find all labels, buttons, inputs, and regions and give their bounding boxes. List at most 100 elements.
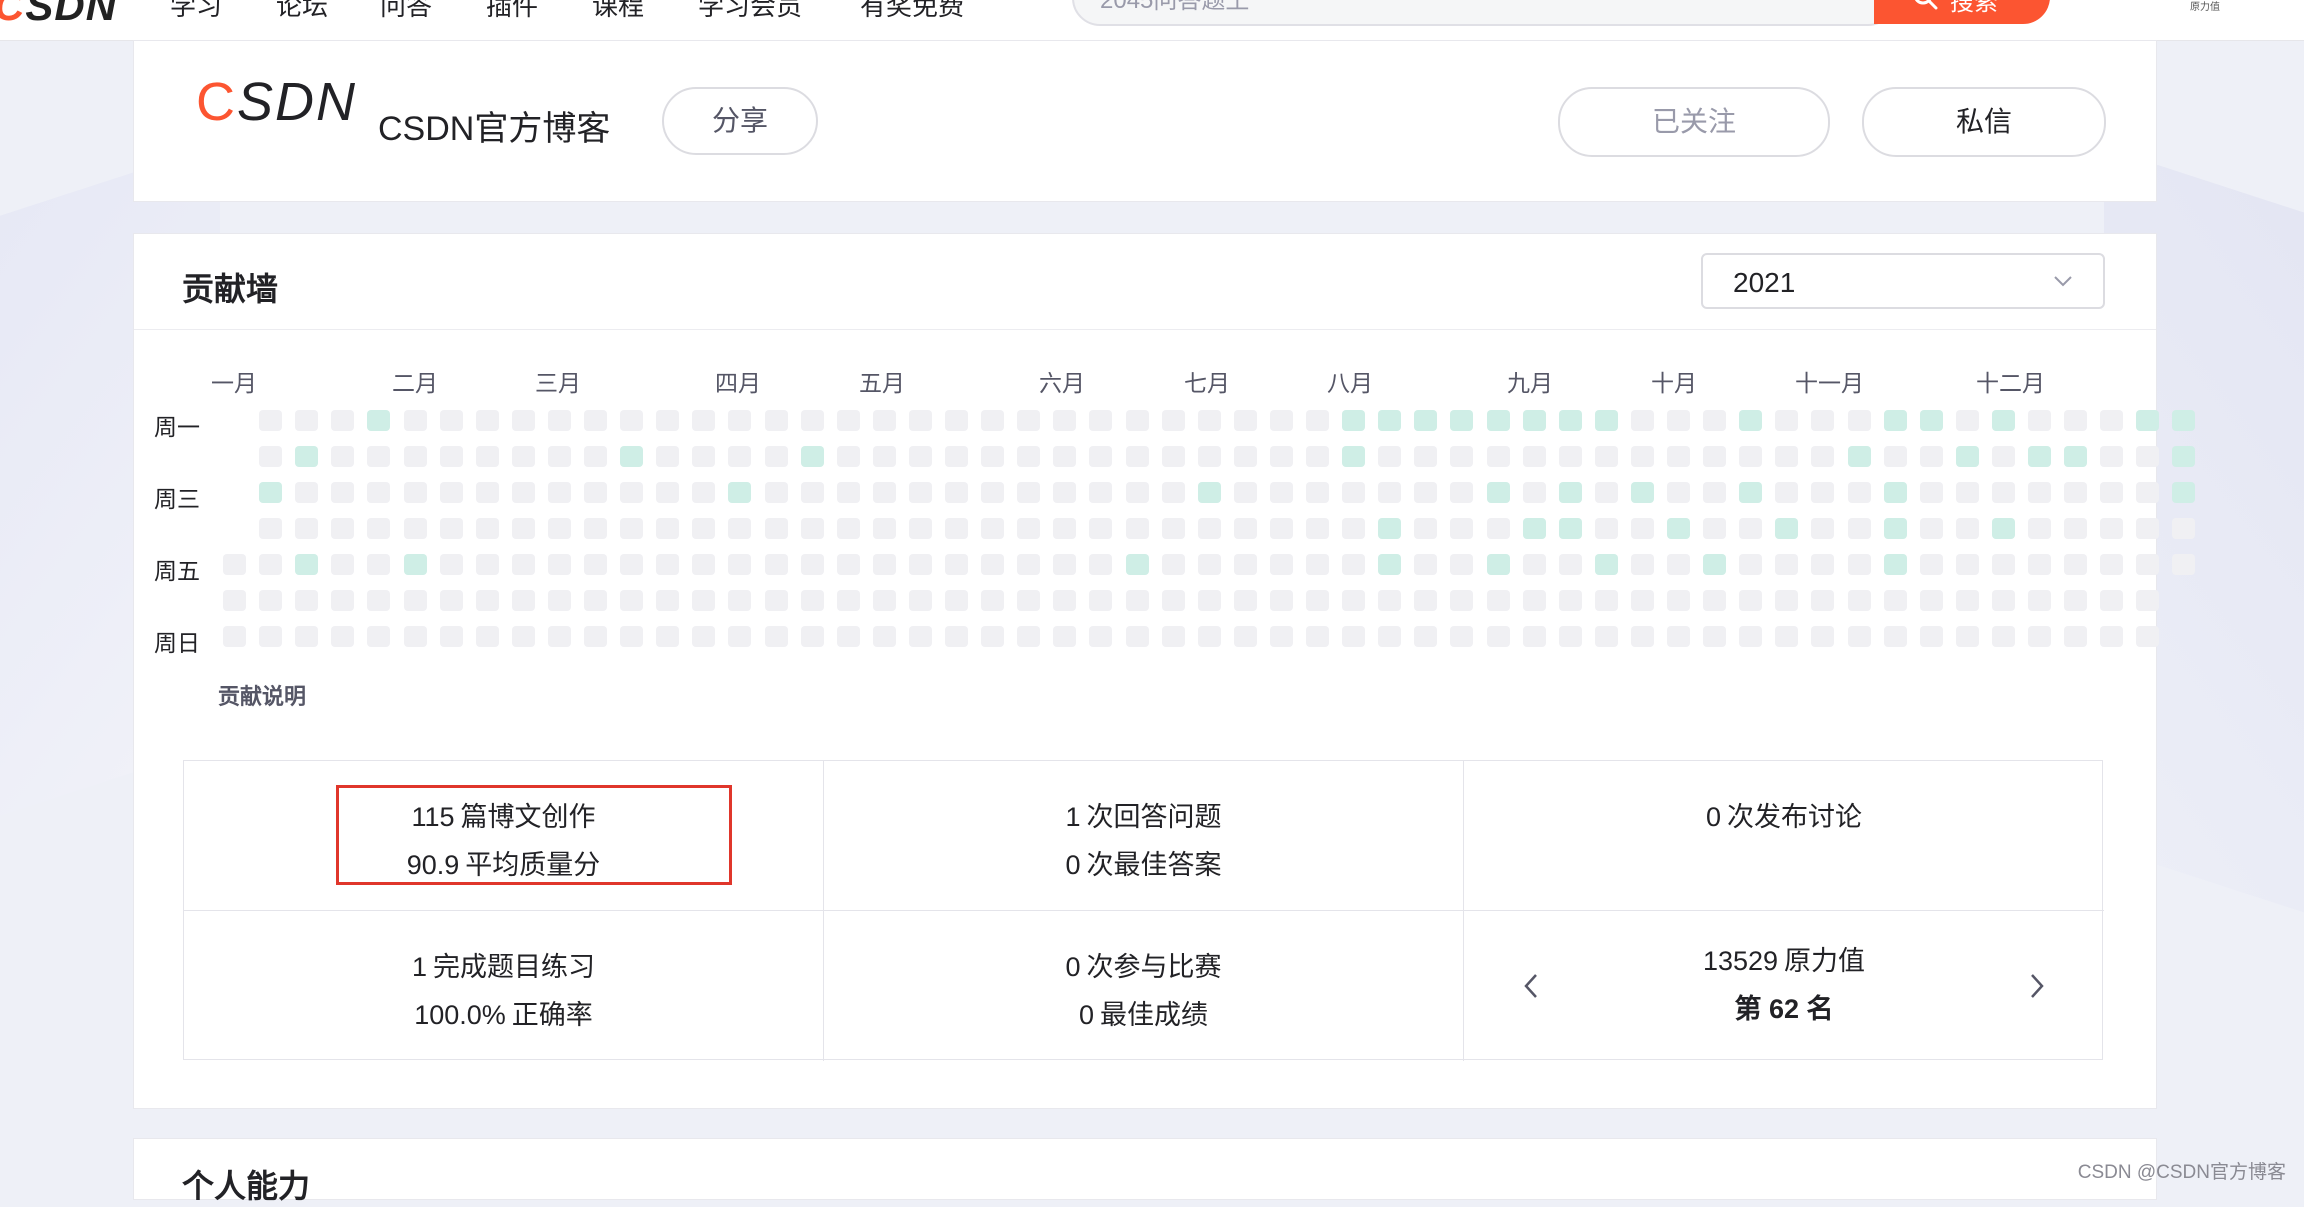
nav-item-forum[interactable]: 论坛 <box>276 0 328 23</box>
contribution-cell[interactable] <box>1522 518 1546 539</box>
contribution-cell[interactable] <box>439 554 463 575</box>
contribution-cell[interactable] <box>1450 410 1474 431</box>
contribution-cell[interactable] <box>1306 410 1329 431</box>
contribution-cell[interactable] <box>547 410 571 431</box>
contribution-cell[interactable] <box>620 518 644 539</box>
contribution-cell[interactable] <box>1378 590 1402 611</box>
contribution-cell[interactable] <box>1955 446 1979 467</box>
contribution-cell[interactable] <box>1667 518 1690 539</box>
contribution-cell[interactable] <box>511 590 535 611</box>
contribution-cell[interactable] <box>872 554 896 575</box>
contribution-cell[interactable] <box>1161 482 1185 503</box>
contribution-cell[interactable] <box>1522 554 1546 575</box>
contribution-cell[interactable] <box>656 410 680 431</box>
contribution-cell[interactable] <box>1089 446 1113 467</box>
contribution-cell[interactable] <box>2028 626 2051 647</box>
contribution-cell[interactable] <box>872 482 896 503</box>
contribution-cell[interactable] <box>1125 446 1149 467</box>
nav-item-courses[interactable]: 课程 <box>592 0 644 23</box>
contribution-cell[interactable] <box>2100 410 2124 431</box>
contribution-cell[interactable] <box>2100 518 2124 539</box>
contribution-cell[interactable] <box>1667 482 1690 503</box>
contribution-cell[interactable] <box>295 410 319 431</box>
contribution-cell[interactable] <box>367 410 391 431</box>
contribution-cell[interactable] <box>945 410 968 431</box>
contribution-cell[interactable] <box>2064 626 2088 647</box>
contribution-cell[interactable] <box>1342 554 1366 575</box>
contribution-cell[interactable] <box>908 482 932 503</box>
contribution-cell[interactable] <box>728 626 752 647</box>
contribution-cell[interactable] <box>1233 590 1257 611</box>
contribution-cell[interactable] <box>1053 518 1077 539</box>
contribution-cell[interactable] <box>1378 410 1402 431</box>
contribution-cell[interactable] <box>475 590 499 611</box>
contribution-cell[interactable] <box>764 554 788 575</box>
contribution-cell[interactable] <box>872 626 896 647</box>
contribution-cell[interactable] <box>1486 626 1510 647</box>
contribution-cell[interactable] <box>367 590 391 611</box>
contribution-cell[interactable] <box>1991 446 2015 467</box>
contribution-cell[interactable] <box>1919 590 1943 611</box>
contribution-cell[interactable] <box>1991 410 2015 431</box>
contribution-cell[interactable] <box>2136 446 2160 467</box>
contribution-cell[interactable] <box>584 554 607 575</box>
contribution-cell[interactable] <box>1306 518 1329 539</box>
contribution-cell[interactable] <box>1919 626 1943 647</box>
contribution-cell[interactable] <box>1739 590 1763 611</box>
contribution-cell[interactable] <box>1522 626 1546 647</box>
contribution-cell[interactable] <box>1089 626 1113 647</box>
chevron-right-icon[interactable] <box>2026 971 2048 1001</box>
contribution-cell[interactable] <box>1017 410 1041 431</box>
contribution-cell[interactable] <box>836 554 860 575</box>
contribution-cell[interactable] <box>295 554 319 575</box>
contribution-cell[interactable] <box>2136 482 2160 503</box>
contribution-cell[interactable] <box>692 626 716 647</box>
contribution-cell[interactable] <box>1630 590 1654 611</box>
contribution-cell[interactable] <box>1450 590 1474 611</box>
contribution-cell[interactable] <box>908 554 932 575</box>
contribution-cell[interactable] <box>800 446 824 467</box>
contribution-cell[interactable] <box>2136 410 2160 431</box>
contribution-cell[interactable] <box>1919 482 1943 503</box>
contribution-cell[interactable] <box>1558 446 1582 467</box>
contribution-cell[interactable] <box>584 446 607 467</box>
contribution-cell[interactable] <box>1630 446 1654 467</box>
contribution-cell[interactable] <box>295 446 319 467</box>
contribution-cell[interactable] <box>836 518 860 539</box>
contribution-cell[interactable] <box>1630 554 1654 575</box>
contribution-cell[interactable] <box>620 590 644 611</box>
contribution-cell[interactable] <box>728 518 752 539</box>
contribution-cell[interactable] <box>403 410 427 431</box>
contribution-cell[interactable] <box>1594 518 1618 539</box>
contribution-cell[interactable] <box>1630 626 1654 647</box>
contribution-cell[interactable] <box>547 626 571 647</box>
nav-item-plugins[interactable]: 插件 <box>486 0 538 23</box>
contribution-cell[interactable] <box>1414 410 1438 431</box>
contribution-cell[interactable] <box>223 626 246 647</box>
contribution-cell[interactable] <box>2100 590 2124 611</box>
contribution-cell[interactable] <box>1125 482 1149 503</box>
contribution-cell[interactable] <box>1775 590 1799 611</box>
contribution-cell[interactable] <box>1306 626 1329 647</box>
contribution-cell[interactable] <box>1991 590 2015 611</box>
contribution-cell[interactable] <box>1991 554 2015 575</box>
contribution-cell[interactable] <box>908 446 932 467</box>
contribution-cell[interactable] <box>1739 626 1763 647</box>
contribution-cell[interactable] <box>1594 554 1618 575</box>
contribution-cell[interactable] <box>1594 410 1618 431</box>
contribution-cell[interactable] <box>259 626 283 647</box>
contribution-cell[interactable] <box>1378 554 1402 575</box>
contribution-cell[interactable] <box>259 554 283 575</box>
contribution-cell[interactable] <box>1775 518 1799 539</box>
contribution-cell[interactable] <box>1197 590 1221 611</box>
contribution-cell[interactable] <box>1450 446 1474 467</box>
contribution-cell[interactable] <box>1883 410 1907 431</box>
contribution-cell[interactable] <box>1414 482 1438 503</box>
contribution-cell[interactable] <box>331 554 355 575</box>
contribution-cell[interactable] <box>1269 410 1293 431</box>
contribution-cell[interactable] <box>692 446 716 467</box>
contribution-cell[interactable] <box>367 518 391 539</box>
contribution-cell[interactable] <box>1233 626 1257 647</box>
contribution-cell[interactable] <box>1197 482 1221 503</box>
contribution-cell[interactable] <box>1053 410 1077 431</box>
